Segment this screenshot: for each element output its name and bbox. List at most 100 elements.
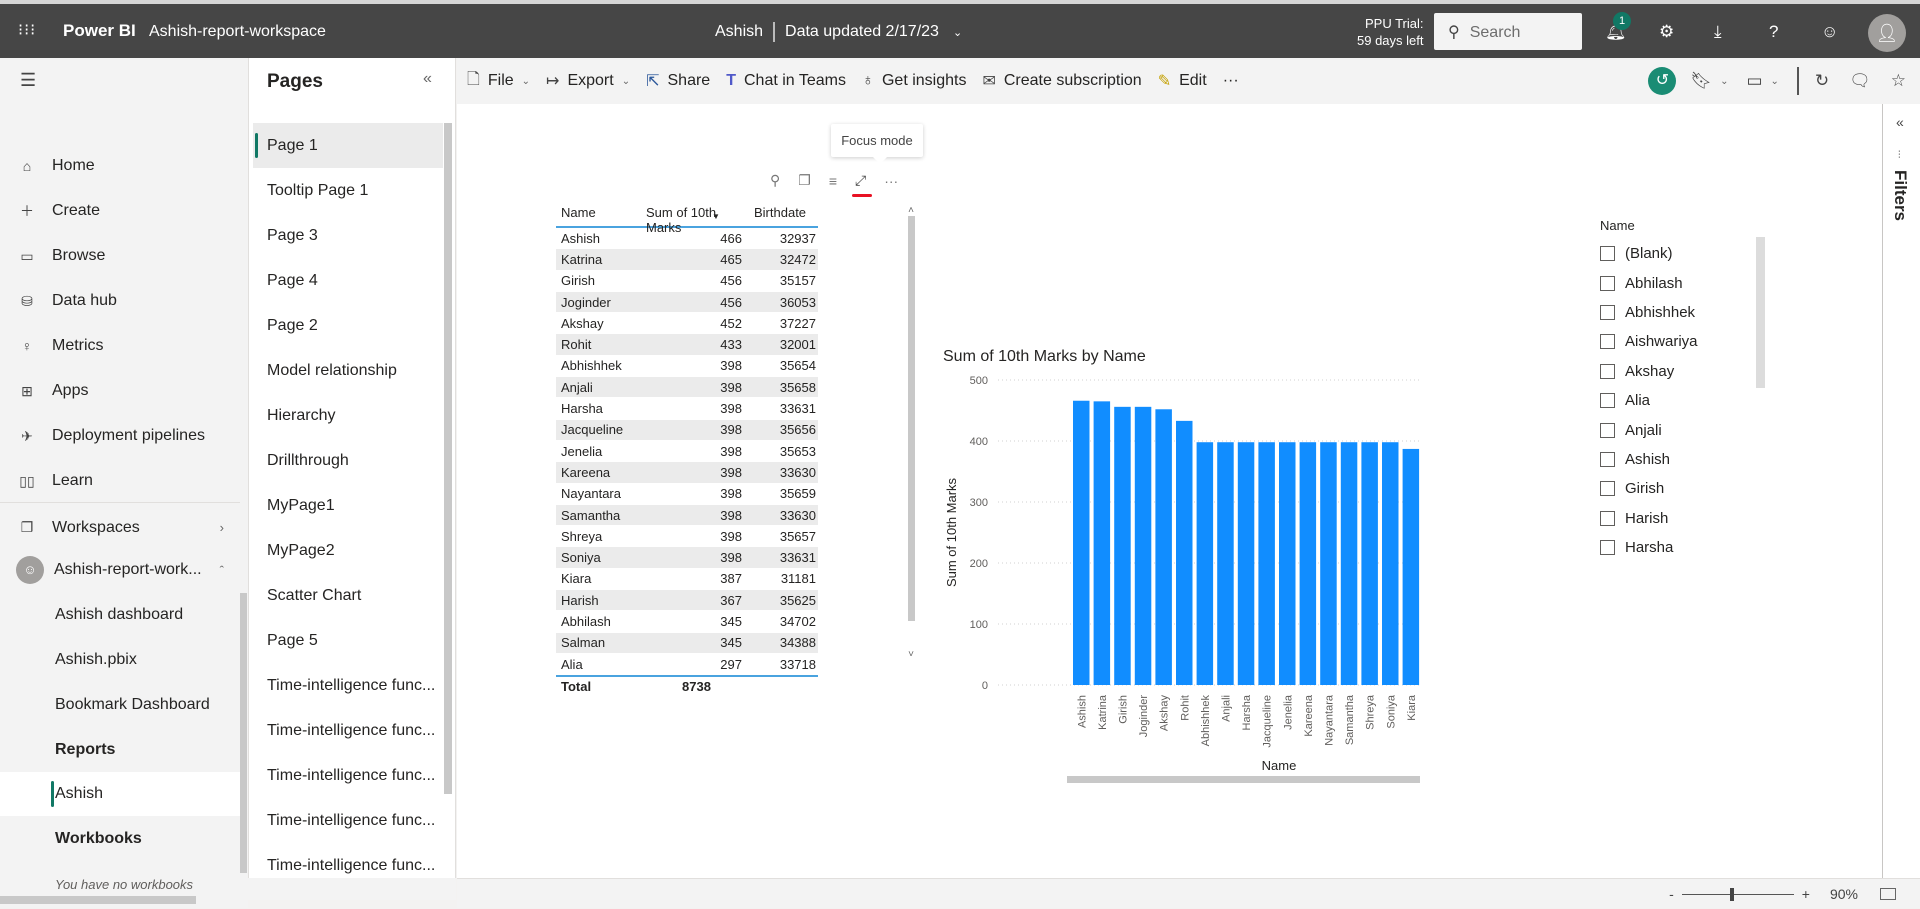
bar[interactable] xyxy=(1134,406,1152,685)
table-row[interactable]: Joginder 456 36053 xyxy=(556,291,818,314)
get-insights-button[interactable]: ♁ Get insights xyxy=(862,72,966,90)
report-item-ashish[interactable]: Ashish xyxy=(0,772,240,816)
checkbox[interactable] xyxy=(1600,393,1615,409)
workspace-item-dashboard[interactable]: Ashish dashboard xyxy=(0,593,240,637)
export-button[interactable]: ↦ Export ⌄ xyxy=(546,71,630,91)
filters-label[interactable]: Filters xyxy=(1890,170,1910,221)
chevron-down-icon[interactable]: ⌄ xyxy=(953,26,962,39)
workspace-item-bookmark-dashboard[interactable]: Bookmark Dashboard xyxy=(0,683,240,727)
table-row[interactable]: Anjali 398 35658 xyxy=(556,377,818,399)
bar[interactable] xyxy=(1093,401,1111,685)
bookmark-icon[interactable]: 🔖︎ xyxy=(1690,71,1712,91)
chat-in-teams-button[interactable]: T Chat in Teams xyxy=(726,72,846,90)
workspace-item-pbix[interactable]: Ashish.pbix xyxy=(0,638,240,682)
nav-item-create[interactable]: ＋ Create xyxy=(0,191,240,231)
focus-mode-icon[interactable]: ⤢ xyxy=(851,172,873,197)
filters-pane[interactable]: « ⫶ Filters xyxy=(1882,104,1920,878)
more-options-button[interactable]: ··· xyxy=(1223,72,1239,90)
view-icon[interactable]: ▭ xyxy=(1746,71,1762,91)
slicer-item[interactable]: Ashish xyxy=(1600,445,1698,474)
checkbox[interactable] xyxy=(1600,510,1615,526)
page-tab[interactable]: Hierarchy xyxy=(253,393,443,438)
zoom-in-button[interactable]: + xyxy=(1802,886,1810,902)
slicer-item[interactable]: Aishwariya xyxy=(1600,327,1698,356)
page-tab[interactable]: Time-intelligence func... xyxy=(253,663,443,708)
table-row[interactable]: Harsha 398 33631 xyxy=(556,398,818,420)
slicer-item[interactable]: (Blank) xyxy=(1600,239,1698,268)
page-tab[interactable]: Model relationship xyxy=(253,348,443,393)
table-row[interactable]: Katrina 465 32472 xyxy=(556,249,818,271)
hamburger-icon[interactable]: ☰ xyxy=(20,70,36,91)
page-tab[interactable]: Page 2 xyxy=(253,303,443,348)
nav-item-metrics[interactable]: ♀ Metrics xyxy=(0,326,240,366)
table-row[interactable]: Jenelia 398 35653 xyxy=(556,441,818,463)
column-header-marks[interactable]: Sum of 10th Marks ▼ xyxy=(632,198,750,235)
edit-button[interactable]: ✎ Edit xyxy=(1158,71,1207,91)
column-header-name[interactable]: Name xyxy=(556,198,632,226)
table-scroll-thumb[interactable] xyxy=(908,216,915,621)
comment-icon[interactable]: 🗨︎ xyxy=(1849,71,1871,91)
slicer-item[interactable]: Abhilash xyxy=(1600,268,1698,297)
table-row[interactable]: Soniya 398 33631 xyxy=(556,547,818,569)
avatar[interactable]: 👤︎ xyxy=(1868,14,1906,52)
expand-icon[interactable]: « xyxy=(1896,114,1904,130)
bar[interactable] xyxy=(1176,420,1193,685)
workspace-name[interactable]: Ashish-report-workspace xyxy=(149,23,326,41)
nav-item-deployment-pipelines[interactable]: ✈ Deployment pipelines xyxy=(0,416,240,456)
bar[interactable] xyxy=(1237,442,1255,685)
slicer-item[interactable]: Anjali xyxy=(1600,415,1698,444)
chevron-down-icon[interactable]: ⌄ xyxy=(1771,76,1779,87)
help-icon[interactable]: ? xyxy=(1769,22,1778,42)
checkbox[interactable] xyxy=(1600,275,1615,291)
column-header-birthdate[interactable]: Birthdate xyxy=(750,198,818,226)
table-scrollbar[interactable]: ˄ ˅ xyxy=(906,205,916,675)
more-options-icon[interactable]: ··· xyxy=(884,173,898,189)
brand-label[interactable]: Power BI xyxy=(63,21,136,41)
slicer-item[interactable]: Girish xyxy=(1600,474,1698,503)
table-row[interactable]: Nayantara 398 35659 xyxy=(556,484,818,505)
checkbox[interactable] xyxy=(1600,304,1615,320)
feedback-icon[interactable]: ☺ xyxy=(1821,22,1838,42)
bar[interactable] xyxy=(1361,442,1378,685)
table-row[interactable]: Rohit 433 32001 xyxy=(556,334,818,356)
table-row[interactable]: Abhishhek 398 35654 xyxy=(556,356,818,378)
nav-item-data-hub[interactable]: ⛁ Data hub xyxy=(0,281,240,321)
chevron-down-icon[interactable]: ⌄ xyxy=(1720,76,1728,87)
page-tab[interactable]: Time-intelligence func... xyxy=(253,798,443,843)
slicer-scrollbar[interactable] xyxy=(1756,237,1765,388)
copy-icon[interactable]: ❐ xyxy=(798,172,811,189)
table-row[interactable]: Jacqueline 398 35656 xyxy=(556,419,818,441)
reset-icon[interactable]: ↺ xyxy=(1648,67,1677,95)
collapse-icon[interactable]: « xyxy=(423,70,432,88)
leftnav-scrollbar[interactable] xyxy=(240,593,247,873)
page-tab[interactable]: Page 5 xyxy=(253,618,443,663)
slicer-item[interactable]: Harish xyxy=(1600,504,1698,533)
download-icon[interactable]: ⤓ xyxy=(1714,22,1722,42)
page-tab[interactable]: Time-intelligence func... xyxy=(253,753,443,798)
checkbox[interactable] xyxy=(1600,334,1615,350)
bar[interactable] xyxy=(1402,448,1420,685)
bar[interactable] xyxy=(1155,409,1172,685)
page-tab[interactable]: Page 4 xyxy=(253,258,443,303)
zoom-out-button[interactable]: - xyxy=(1669,886,1674,902)
checkbox[interactable] xyxy=(1600,246,1615,262)
table-row[interactable]: Alia 297 33718 xyxy=(556,654,818,676)
refresh-icon[interactable]: ↻ xyxy=(1815,71,1829,91)
checkbox[interactable] xyxy=(1600,481,1615,497)
nav-item-learn[interactable]: ▯▯ Learn xyxy=(0,461,240,501)
filter-icon[interactable]: ≡ xyxy=(829,173,837,189)
nav-item-workspaces[interactable]: ❐ Workspaces › xyxy=(0,502,240,552)
bar[interactable] xyxy=(1340,442,1358,685)
scroll-down-icon[interactable]: ˅ xyxy=(906,649,916,660)
page-tab[interactable]: Scatter Chart xyxy=(253,573,443,618)
table-row[interactable]: Kareena 398 33630 xyxy=(556,462,818,484)
checkbox[interactable] xyxy=(1600,363,1615,379)
table-row[interactable]: Harish 367 35625 xyxy=(556,590,818,612)
page-tab[interactable]: MyPage1 xyxy=(253,483,443,528)
bar[interactable] xyxy=(1382,442,1399,685)
nav-item-apps[interactable]: ⊞ Apps xyxy=(0,371,240,411)
bar[interactable] xyxy=(1299,442,1317,685)
bar[interactable] xyxy=(1196,442,1214,685)
table-row[interactable]: Abhilash 345 34702 xyxy=(556,611,818,633)
bar[interactable] xyxy=(1217,442,1234,685)
